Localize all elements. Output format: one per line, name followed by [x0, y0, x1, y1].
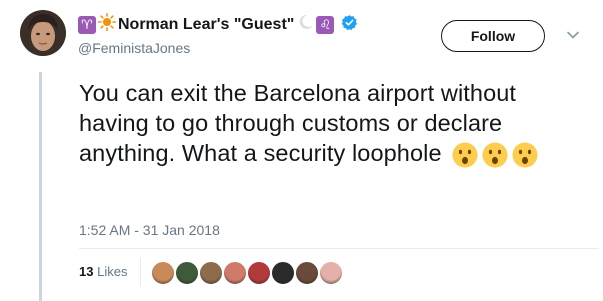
user-handle[interactable]: @FeministaJones: [78, 39, 438, 57]
tweet-header: ♈ Norman Lear's "Guest" ♌ @FeministaJone…: [78, 13, 438, 56]
tweet-text-body: You can exit the Barcelona airport witho…: [79, 80, 517, 166]
chevron-down-icon[interactable]: [566, 28, 580, 42]
likes-count[interactable]: 13 Likes: [79, 264, 127, 279]
liker-avatar[interactable]: [222, 260, 248, 286]
liker-avatar[interactable]: [150, 260, 176, 286]
liker-avatar[interactable]: [294, 260, 320, 286]
stats-separator: [140, 258, 141, 286]
crescent-moon-icon: [298, 14, 314, 36]
author-avatar[interactable]: [20, 10, 66, 56]
avatar-image: [20, 10, 66, 56]
liker-avatar[interactable]: [174, 260, 200, 286]
tweet-emojis: [452, 142, 538, 168]
tweet-text: You can exit the Barcelona airport witho…: [79, 78, 584, 168]
tweet-timestamp[interactable]: 1:52 AM - 31 Jan 2018: [79, 222, 220, 238]
liker-avatar[interactable]: [198, 260, 224, 286]
liker-avatar[interactable]: [246, 260, 272, 286]
tweet-card: ♈ Norman Lear's "Guest" ♌ @FeministaJone…: [0, 0, 603, 301]
display-name-text: Norman Lear's "Guest": [118, 16, 295, 33]
thread-line: [39, 72, 42, 301]
sun-icon: [98, 13, 117, 37]
astonished-face-icon: [512, 142, 538, 168]
leo-icon: ♌: [316, 16, 335, 34]
likes-label: Likes: [97, 264, 128, 279]
follow-button[interactable]: Follow: [441, 20, 545, 52]
likes-number: 13: [79, 264, 94, 279]
astonished-face-icon: [482, 142, 508, 168]
aries-icon: ♈: [78, 16, 96, 34]
display-name[interactable]: ♈ Norman Lear's "Guest" ♌: [78, 13, 438, 37]
liker-avatar[interactable]: [270, 260, 296, 286]
likers-avatars: [150, 260, 344, 286]
divider: [79, 248, 599, 249]
astonished-face-icon: [452, 142, 478, 168]
verified-badge-icon: [341, 14, 358, 37]
liker-avatar[interactable]: [318, 260, 344, 286]
